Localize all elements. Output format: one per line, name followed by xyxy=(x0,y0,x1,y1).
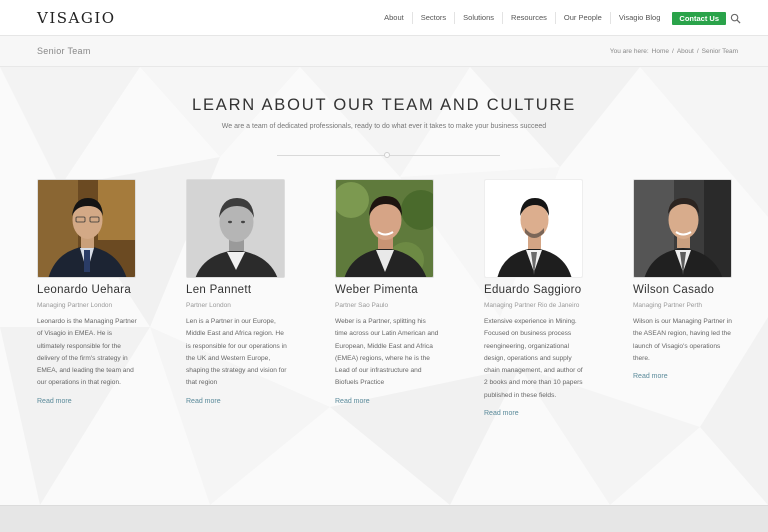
member-name: Leonardo Uehara xyxy=(37,284,132,296)
breadcrumb: You are here: Home / About / Senior Team xyxy=(610,48,738,55)
read-more-link[interactable]: Read more xyxy=(335,398,370,405)
member-name: Len Pannett xyxy=(186,284,252,296)
breadcrumb-about[interactable]: About xyxy=(677,48,694,55)
nav-resources[interactable]: Resources xyxy=(502,12,555,24)
breadcrumb-home[interactable]: Home xyxy=(652,48,669,55)
section-heading: LEARN ABOUT OUR TEAM AND CULTURE xyxy=(192,96,576,114)
portrait-photo[interactable] xyxy=(484,179,583,278)
portrait-photo[interactable] xyxy=(186,179,285,278)
site-header: VISAGIO About Sectors Solutions Resource… xyxy=(0,0,768,36)
member-role: Partner Sao Paulo xyxy=(335,302,389,309)
member-name: Eduardo Saggioro xyxy=(484,284,582,296)
member-bio: Weber is a Partner, splitting his time a… xyxy=(335,318,439,387)
nav-about[interactable]: About xyxy=(376,12,412,24)
team-card-weber-pimenta: Weber Pimenta Partner Sao Paulo Weber is… xyxy=(335,179,438,408)
main-nav: About Sectors Solutions Resources Our Pe… xyxy=(376,0,726,36)
breadcrumb-separator: / xyxy=(672,48,674,55)
nav-solutions[interactable]: Solutions xyxy=(454,12,502,24)
member-bio: Wilson is our Managing Partner in the AS… xyxy=(633,318,732,362)
contact-us-button[interactable]: Contact Us xyxy=(672,11,726,25)
team-card-len-pannett: Len Pannett Partner London Len is a Part… xyxy=(186,179,287,408)
member-bio: Extensive experience in Mining. Focused … xyxy=(484,318,583,399)
nav-our-people[interactable]: Our People xyxy=(554,12,610,24)
nav-sectors[interactable]: Sectors xyxy=(411,12,454,24)
page-title-bar: Senior Team You are here: Home / About /… xyxy=(0,36,768,67)
member-role: Managing Partner Perth xyxy=(633,302,703,309)
visagio-logo[interactable]: VISAGIO xyxy=(37,9,116,27)
team-card-leonardo-uehara: Leonardo Uehara Managing Partner London … xyxy=(37,179,137,408)
breadcrumb-current: Senior Team xyxy=(701,48,738,55)
team-card-eduardo-saggioro: Eduardo Saggioro Managing Partner Rio de… xyxy=(484,179,584,420)
read-more-link[interactable]: Read more xyxy=(186,398,221,405)
member-bio: Len is a Partner in our Europe, Middle E… xyxy=(186,318,287,387)
read-more-link[interactable]: Read more xyxy=(484,410,519,417)
breadcrumb-separator: / xyxy=(696,48,699,55)
member-role: Managing Partner Rio de Janeiro xyxy=(484,302,580,309)
read-more-link[interactable]: Read more xyxy=(37,398,72,405)
portrait-photo[interactable] xyxy=(335,179,434,278)
member-bio: Leonardo is the Managing Partner of Visa… xyxy=(37,318,137,387)
member-name: Wilson Casado xyxy=(633,284,715,296)
read-more-link[interactable]: Read more xyxy=(633,373,668,380)
team-card-wilson-casado: Wilson Casado Managing Partner Perth Wil… xyxy=(633,179,733,383)
member-name: Weber Pimenta xyxy=(335,284,418,296)
team-section: LEARN ABOUT OUR TEAM AND CULTURE We are … xyxy=(0,67,768,505)
portrait-photo[interactable] xyxy=(37,179,136,278)
nav-visagio-blog[interactable]: Visagio Blog xyxy=(609,12,669,24)
divider-dot xyxy=(384,152,390,158)
breadcrumb-prefix: You are here: xyxy=(609,48,649,55)
member-role: Partner London xyxy=(186,302,231,309)
portrait-photo[interactable] xyxy=(633,179,732,278)
section-subheading: We are a team of dedicated professionals… xyxy=(221,123,547,130)
footer-strip xyxy=(0,505,768,532)
member-role: Managing Partner London xyxy=(37,302,113,309)
page-title: Senior Team xyxy=(37,46,91,56)
search-icon[interactable] xyxy=(730,13,741,24)
